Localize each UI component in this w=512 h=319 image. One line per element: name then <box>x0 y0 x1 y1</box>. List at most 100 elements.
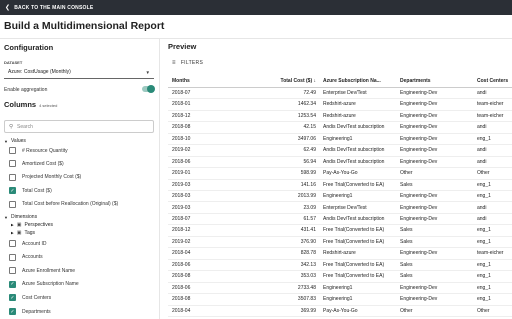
dimensions-group-toggle[interactable]: ▼ Dimensions <box>4 214 37 220</box>
checkbox[interactable] <box>9 160 16 168</box>
table-cell: Engineering-Dev <box>400 193 438 200</box>
table-cell: 23.09 <box>303 204 316 211</box>
table-cell: andi <box>477 90 487 96</box>
dimension-column-row[interactable]: ✓ Azure Subscription Name <box>9 280 79 288</box>
table-cell: Other <box>477 307 490 314</box>
dimension-column-label: Account ID <box>22 240 47 247</box>
value-column-label: # Resource Quantity <box>22 147 68 154</box>
values-group-label: Values <box>10 138 26 144</box>
checkbox[interactable] <box>9 267 16 275</box>
checkbox[interactable] <box>9 240 16 247</box>
table-cell: Andis Dev/Test subscription <box>323 147 385 154</box>
header-months[interactable]: Months <box>172 75 232 88</box>
checkbox[interactable] <box>9 253 16 261</box>
table-cell: Engineering-Dev <box>400 147 438 154</box>
table-row: 2018-01 1462.34 Redshirt-azure Engineering-… <box>168 99 512 111</box>
table-row: 2018-12 431.41 Free Trial(Converted to EA)… <box>168 225 512 237</box>
table-cell: Free Trial(Converted to EA) <box>323 261 385 268</box>
table-row: 2019-02 376.90 Free Trial(Converted to EA)… <box>168 237 512 249</box>
table-cell: 3507.83 <box>297 296 316 303</box>
table-cell: 62.49 <box>303 147 316 154</box>
dimension-column-row[interactable]: Account ID <box>9 240 46 247</box>
table-cell: Engineering-Dev <box>400 204 438 211</box>
subgroup-perspectives[interactable]: ▶ ▣ Perspectives <box>11 222 53 228</box>
table-cell: 2018-12 <box>172 227 191 234</box>
table-cell: 1253.54 <box>297 112 316 119</box>
dimensions-group-label: Dimensions <box>10 214 38 220</box>
table-cell: 828.78 <box>300 250 316 257</box>
table-cell: Other <box>400 170 413 177</box>
table-row: 2019-03 141.16 Free Trial(Converted to EA)… <box>168 180 512 192</box>
table-cell: Engineering1 <box>323 296 353 303</box>
table-cell: andi <box>477 147 487 154</box>
value-column-row[interactable]: ✓ Total Cost ($) <box>9 187 52 195</box>
header-total-cost[interactable]: Total Cost ($) ↓ <box>248 75 316 88</box>
value-column-row[interactable]: Amortized Cost ($) <box>9 160 64 168</box>
table-cell: andi <box>477 158 487 165</box>
dimension-column-label: Azure Enrollment Name <box>22 267 76 274</box>
dimension-column-row[interactable]: Accounts <box>9 253 43 261</box>
table-cell: 2018-06 <box>172 261 191 268</box>
table-cell: Engineering1 <box>323 193 353 200</box>
checkbox[interactable] <box>9 173 16 181</box>
table-cell: 2018-07 <box>172 90 191 96</box>
header-azure-subscription[interactable]: Azure Subscription Na... <box>323 75 395 88</box>
dimension-column-label: Cost Centers <box>22 294 52 301</box>
columns-search-input[interactable]: ⚲ Search <box>4 120 154 133</box>
checkbox[interactable]: ✓ <box>9 187 16 195</box>
table-cell: eng_1 <box>477 296 491 303</box>
columns-title: Columns <box>4 100 37 109</box>
table-cell: 342.13 <box>300 261 316 268</box>
checkbox[interactable] <box>9 200 16 208</box>
table-cell: Engineering1 <box>323 284 353 291</box>
table-cell: 2019-02 <box>172 238 191 245</box>
table-cell: Redshirt-azure <box>323 101 356 108</box>
table-cell: 2013.99 <box>297 193 316 200</box>
table-cell: Free Trial(Converted to EA) <box>323 227 385 234</box>
table-cell: 2018-08 <box>172 296 191 303</box>
value-column-label: Projected Monthly Cost ($) <box>22 174 82 181</box>
checkbox[interactable]: ✓ <box>9 294 16 302</box>
value-column-label: Amortized Cost ($) <box>22 160 64 167</box>
value-column-row[interactable]: # Resource Quantity <box>9 147 68 154</box>
table-cell: 2733.48 <box>297 284 316 291</box>
dimension-column-row[interactable]: Azure Enrollment Name <box>9 267 76 275</box>
filters-button[interactable]: ≡ FILTERS <box>172 60 203 66</box>
header-departments[interactable]: Departments <box>400 75 474 88</box>
table-cell: eng_1 <box>477 181 491 188</box>
table-cell: 598.99 <box>300 170 316 177</box>
table-cell: Sales <box>400 227 413 234</box>
checkbox[interactable]: ✓ <box>9 308 16 315</box>
dataset-select[interactable]: Azure: CostUsage (Monthly) ▼ <box>4 66 154 79</box>
checkbox[interactable] <box>9 147 16 154</box>
table-row: 2018-04 369.99 Pay-As-You-Go Other Other <box>168 306 512 317</box>
dimension-column-row[interactable]: ✓ Departments <box>9 308 51 315</box>
table-cell: 2019-03 <box>172 181 191 188</box>
value-column-row[interactable]: Projected Monthly Cost ($) <box>9 173 82 181</box>
aggregation-toggle[interactable] <box>142 85 155 93</box>
folder-icon: ▣ <box>16 222 22 228</box>
values-group-toggle[interactable]: ▼ Values <box>4 138 26 144</box>
header-cost-centers[interactable]: Cost Centers <box>477 75 512 88</box>
table-cell: 376.90 <box>300 238 316 245</box>
value-column-row[interactable]: Total Cost before Reallocation (Original… <box>9 200 118 208</box>
back-to-console-link[interactable]: ❮ BACK TO THE MAIN CONSOLE <box>0 0 512 15</box>
configuration-panel: Configuration DATASET Azure: CostUsage (… <box>0 39 160 319</box>
table-row: 2018-08 353.03 Free Trial(Converted to EA)… <box>168 271 512 283</box>
table-row: 2018-06 56.94 Andis Dev/Test subscription E… <box>168 157 512 169</box>
table-row: 2018-04 828.78 Redshirt-azure Engineering-D… <box>168 248 512 260</box>
table-cell: 2018-01 <box>172 101 191 108</box>
table-cell: Engineering-Dev <box>400 296 438 303</box>
table-cell: andi <box>477 204 487 211</box>
filters-label: FILTERS <box>180 60 204 66</box>
table-cell: 2018-12 <box>172 112 191 119</box>
subgroup-tags[interactable]: ▶ ▣ Tags <box>11 230 35 236</box>
table-cell: 369.99 <box>300 307 316 314</box>
table-cell: eng_1 <box>477 261 491 268</box>
table-cell: 72.49 <box>303 90 316 96</box>
columns-heading: Columns 4 selected <box>4 100 57 109</box>
dimension-column-row[interactable]: ✓ Cost Centers <box>9 294 52 302</box>
checkbox[interactable]: ✓ <box>9 280 16 288</box>
table-cell: Other <box>400 307 413 314</box>
table-cell: Andis Dev/Test subscription <box>323 158 385 165</box>
